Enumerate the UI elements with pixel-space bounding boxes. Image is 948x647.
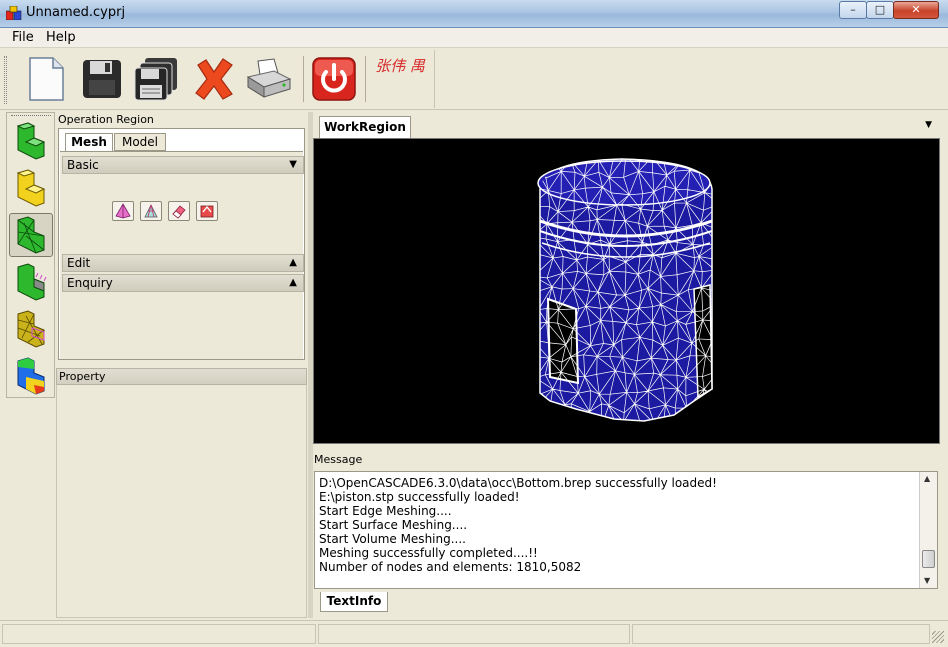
group-edit-header[interactable]: Edit ▲ <box>62 254 304 272</box>
message-line: D:\OpenCASCADE6.3.0\data\occ\Bottom.brep… <box>319 476 717 490</box>
save-button[interactable] <box>78 54 126 104</box>
menu-file[interactable]: File <box>12 30 34 45</box>
main-toolbar: 张伟 禺 <box>0 48 948 110</box>
menu-bar: File Help <box>0 28 948 48</box>
message-line: Start Edge Meshing.... <box>319 504 452 518</box>
status-bar <box>0 620 948 647</box>
exit-button[interactable] <box>310 54 358 104</box>
menu-help[interactable]: Help <box>46 30 76 45</box>
print-button[interactable] <box>244 54 292 104</box>
toolbar-separator <box>365 56 366 102</box>
work-region-tabbar: WorkRegion ▼ <box>313 112 940 138</box>
surface-mesh-button[interactable] <box>140 201 162 221</box>
red-x-icon <box>195 58 233 100</box>
message-panel-title: Message <box>314 453 363 466</box>
scroll-up-icon[interactable]: ▲ <box>924 474 930 483</box>
power-icon <box>312 57 356 101</box>
side-tool-surface-mesh[interactable] <box>9 307 53 351</box>
group-edit-label: Edit <box>67 256 91 270</box>
refine-button[interactable] <box>196 201 218 221</box>
printer-icon <box>246 58 292 98</box>
side-tool-mesh[interactable] <box>9 260 53 304</box>
tab-textinfo[interactable]: TextInfo <box>320 592 388 612</box>
surface-mesh-icon <box>144 204 158 218</box>
expand-arrow-icon: ▲ <box>289 257 297 268</box>
status-cell <box>318 624 630 644</box>
toolbar-separator <box>303 56 304 102</box>
group-basic-header[interactable]: Basic ▼ <box>62 156 304 174</box>
window-title: Unnamed.cyprj <box>26 5 126 20</box>
resize-grip[interactable] <box>932 631 944 643</box>
property-panel-body <box>56 385 307 618</box>
piston-body <box>537 158 713 422</box>
toolbar-grip[interactable] <box>4 56 7 104</box>
group-enquiry-label: Enquiry <box>67 276 113 290</box>
eraser-icon <box>172 205 186 219</box>
property-panel-header: Property <box>56 368 307 385</box>
new-file-button[interactable] <box>22 54 70 104</box>
collapse-arrow-icon: ▼ <box>289 159 297 170</box>
side-tool-solid-green[interactable] <box>9 119 53 163</box>
group-enquiry-header[interactable]: Enquiry ▲ <box>62 274 304 292</box>
delete-button[interactable] <box>190 54 238 104</box>
tab-mesh[interactable]: Mesh <box>65 133 113 151</box>
scroll-down-icon[interactable]: ▼ <box>924 576 930 585</box>
piston-mesh-model[interactable] <box>314 139 939 443</box>
refine-icon <box>200 205 214 218</box>
side-toolbox <box>6 112 55 398</box>
message-line: E:\piston.stp successfully loaded! <box>319 490 520 504</box>
side-tool-wireframe[interactable] <box>9 213 53 257</box>
yellow-block-icon <box>16 169 46 207</box>
operation-region-title: Operation Region <box>58 113 154 126</box>
erase-button[interactable] <box>168 201 190 221</box>
new-file-icon <box>29 57 64 101</box>
toolbar-separator <box>434 50 435 108</box>
floppy-disk-icon <box>83 60 121 98</box>
tetra-mesh-button[interactable] <box>112 201 134 221</box>
message-scrollbar[interactable]: ▲ ▼ <box>919 472 937 588</box>
message-line: Start Volume Meshing.... <box>319 532 466 546</box>
mesh-block-icon <box>17 263 47 301</box>
tab-workregion[interactable]: WorkRegion <box>319 116 411 138</box>
app-icon <box>6 6 22 20</box>
message-line: Start Surface Meshing.... <box>319 518 468 532</box>
message-log[interactable]: D:\OpenCASCADE6.3.0\data\occ\Bottom.brep… <box>314 471 938 589</box>
title-bar: Unnamed.cyprj – □ ✕ <box>0 0 948 28</box>
group-basic-label: Basic <box>67 158 99 172</box>
expand-arrow-icon: ▲ <box>289 277 297 288</box>
side-tool-solid-yellow[interactable] <box>9 166 53 210</box>
tab-list-dropdown-icon[interactable]: ▼ <box>925 120 932 130</box>
tetra-mesh-icon <box>115 203 131 219</box>
message-line: Meshing successfully completed....!! <box>319 546 538 560</box>
surface-mesh-block-icon <box>17 310 45 348</box>
side-toolbox-grip[interactable] <box>11 115 51 117</box>
save-all-icon <box>134 58 177 101</box>
colored-result-block-icon <box>17 357 45 395</box>
3d-viewport[interactable] <box>313 138 940 444</box>
operation-region-panel: Operation Region Mesh Model Basic ▼ Edit… <box>56 112 307 362</box>
side-tool-result[interactable] <box>9 354 53 398</box>
message-line: Number of nodes and elements: 1810,5082 <box>319 560 582 574</box>
message-lines: D:\OpenCASCADE6.3.0\data\occ\Bottom.brep… <box>319 476 915 574</box>
minimize-button[interactable]: – <box>839 1 867 19</box>
green-block-icon <box>16 122 46 160</box>
status-cell <box>632 624 930 644</box>
wireframe-block-icon <box>17 216 45 254</box>
status-cell <box>2 624 316 644</box>
operation-region-frame: Mesh Model Basic ▼ Edit ▲ Enquiry ▲ <box>58 128 305 360</box>
author-signature: 张伟 禺 <box>375 57 425 75</box>
maximize-button[interactable]: □ <box>866 1 894 19</box>
save-all-button[interactable] <box>132 54 180 104</box>
tab-model[interactable]: Model <box>114 133 166 151</box>
close-button[interactable]: ✕ <box>893 1 939 19</box>
scroll-thumb[interactable] <box>922 550 935 568</box>
mesh-tab-body: Basic ▼ Edit ▲ Enquiry ▲ <box>60 151 304 359</box>
